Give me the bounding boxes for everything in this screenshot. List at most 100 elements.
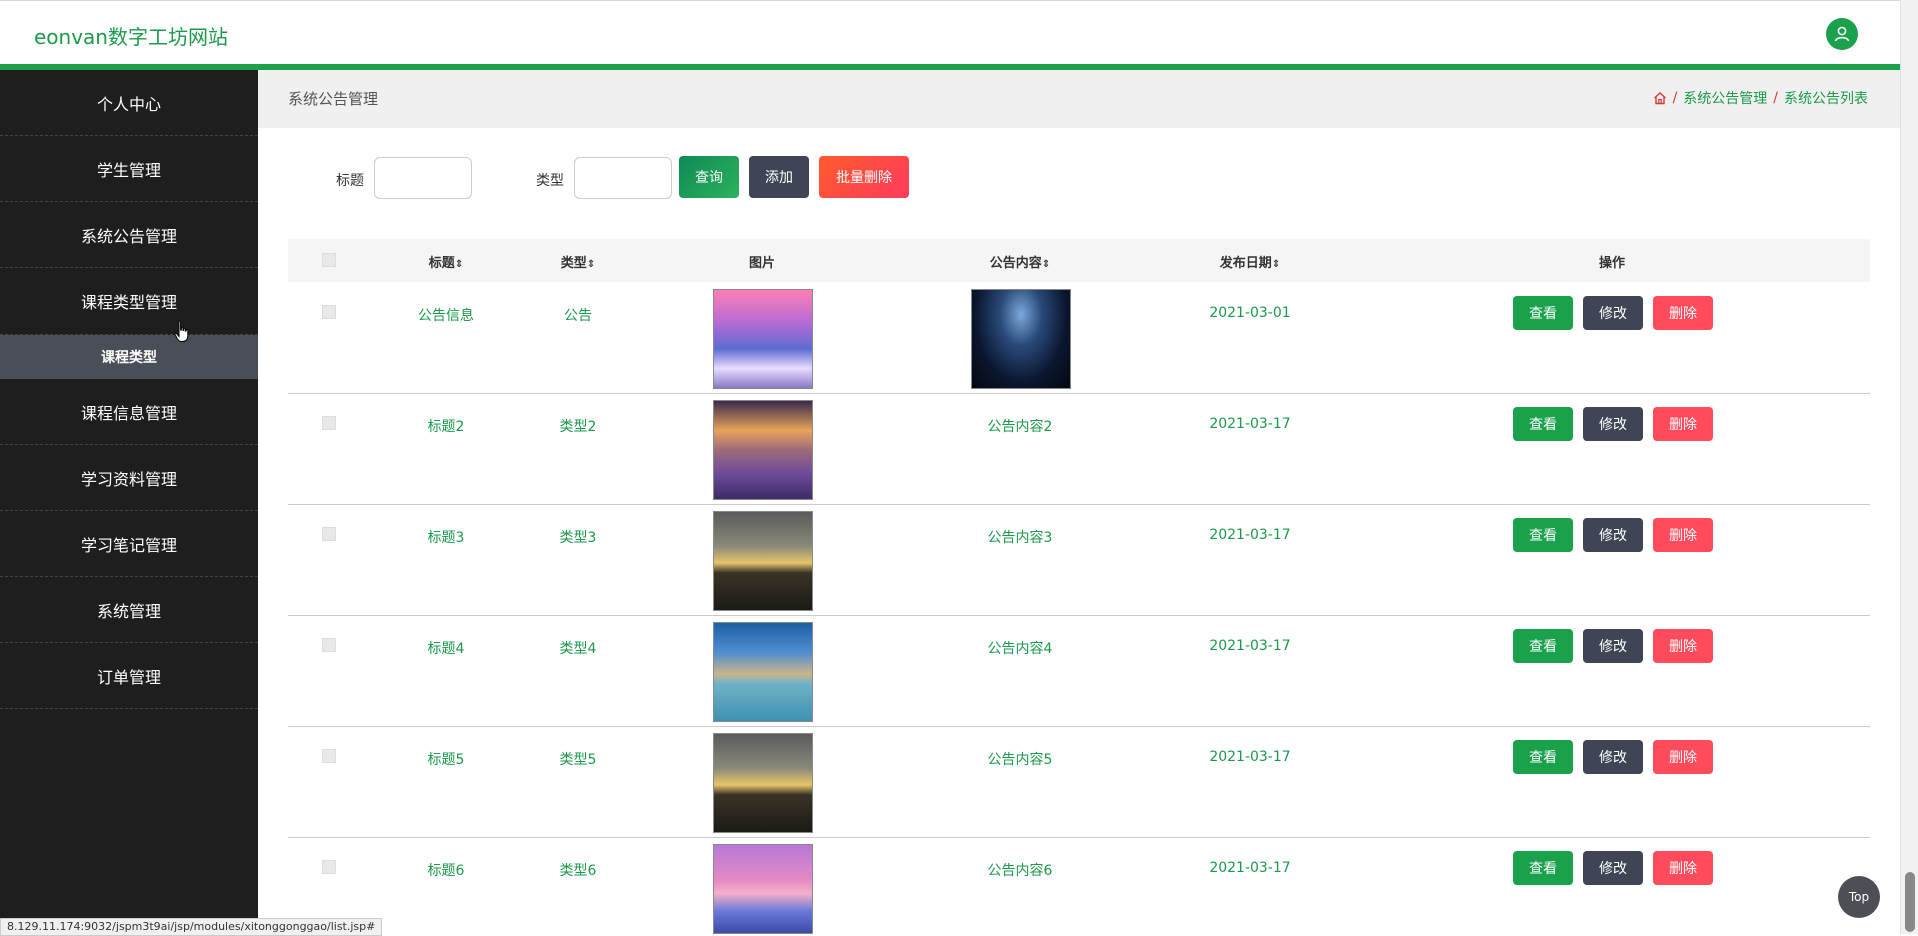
scrollbar-thumb[interactable] bbox=[1905, 872, 1915, 932]
sidebar-item-system-management[interactable]: 系统管理 bbox=[0, 577, 258, 643]
night-sky-image[interactable] bbox=[971, 289, 1071, 389]
row-checkbox[interactable] bbox=[322, 416, 336, 430]
table-row: 公告信息 公告 2021-03-01 查看 修改 删除 bbox=[288, 283, 1870, 394]
view-button[interactable]: 查看 bbox=[1513, 629, 1573, 663]
column-header-content[interactable]: 公告内容⇕ bbox=[990, 252, 1050, 271]
column-header-image: 图片 bbox=[748, 256, 776, 271]
vertical-scrollbar[interactable] bbox=[1900, 0, 1918, 934]
row-content: 公告内容5 bbox=[987, 752, 1053, 768]
add-button[interactable]: 添加 bbox=[749, 156, 809, 198]
breadcrumb-level1[interactable]: 系统公告管理 bbox=[1683, 88, 1767, 108]
query-button[interactable]: 查询 bbox=[679, 156, 739, 198]
sidebar-item-order-management[interactable]: 订单管理 bbox=[0, 643, 258, 709]
sidebar-item-study-notes-management[interactable]: 学习笔记管理 bbox=[0, 511, 258, 577]
edit-button[interactable]: 修改 bbox=[1583, 296, 1643, 330]
title-filter-input[interactable] bbox=[374, 157, 472, 199]
sidebar-subitem-course-type[interactable]: 课程类型 bbox=[0, 335, 258, 379]
row-content: 公告内容2 bbox=[987, 419, 1053, 435]
table-row: 标题4 类型4 公告内容4 2021-03-17 查看 修改 删除 bbox=[288, 616, 1870, 727]
table-header: 标题⇕ 类型⇕ 图片 公告内容⇕ 发布日期⇕ 操作 bbox=[288, 239, 1870, 282]
row-date: 2021-03-01 bbox=[1209, 305, 1291, 321]
row-title: 标题6 bbox=[427, 863, 465, 879]
column-header-date[interactable]: 发布日期⇕ bbox=[1220, 252, 1280, 271]
tree-lake-image[interactable] bbox=[713, 511, 813, 611]
table-row: 标题5 类型5 公告内容5 2021-03-17 查看 修改 删除 bbox=[288, 727, 1870, 838]
row-date: 2021-03-17 bbox=[1209, 749, 1291, 765]
sidebar-item-course-type-management[interactable]: 课程类型管理 bbox=[0, 268, 258, 335]
delete-button[interactable]: 删除 bbox=[1653, 407, 1713, 441]
top-header: eonvan数字工坊网站 bbox=[0, 0, 1900, 65]
pink-sunset-image[interactable] bbox=[713, 844, 813, 934]
row-checkbox[interactable] bbox=[322, 305, 336, 319]
home-icon[interactable] bbox=[1653, 91, 1667, 105]
sort-icon: ⇕ bbox=[1271, 259, 1281, 270]
batch-delete-button[interactable]: 批量删除 bbox=[819, 156, 909, 198]
select-all-checkbox[interactable] bbox=[322, 253, 336, 267]
row-type: 类型5 bbox=[559, 752, 597, 768]
row-type: 类型2 bbox=[559, 419, 597, 435]
breadcrumb-bar: 系统公告管理 / 系统公告管理 / 系统公告列表 bbox=[258, 70, 1900, 128]
delete-button[interactable]: 删除 bbox=[1653, 629, 1713, 663]
row-content: 公告内容6 bbox=[987, 863, 1053, 879]
user-icon bbox=[1834, 26, 1850, 42]
row-date: 2021-03-17 bbox=[1209, 860, 1291, 876]
edit-button[interactable]: 修改 bbox=[1583, 851, 1643, 885]
row-content: 公告内容3 bbox=[987, 530, 1053, 546]
sort-icon: ⇕ bbox=[1041, 259, 1051, 270]
row-content: 公告内容4 bbox=[987, 641, 1053, 657]
mountain-lake-image[interactable] bbox=[713, 622, 813, 722]
edit-button[interactable]: 修改 bbox=[1583, 518, 1643, 552]
edit-button[interactable]: 修改 bbox=[1583, 740, 1643, 774]
row-checkbox[interactable] bbox=[322, 527, 336, 541]
delete-button[interactable]: 删除 bbox=[1653, 518, 1713, 552]
back-to-top-button[interactable]: Top bbox=[1838, 876, 1880, 918]
column-header-actions: 操作 bbox=[1598, 256, 1626, 271]
table-row: 标题3 类型3 公告内容3 2021-03-17 查看 修改 删除 bbox=[288, 505, 1870, 616]
sidebar-item-personal-center[interactable]: 个人中心 bbox=[0, 70, 258, 136]
row-checkbox[interactable] bbox=[322, 860, 336, 874]
breadcrumb-separator: / bbox=[1672, 90, 1678, 106]
view-button[interactable]: 查看 bbox=[1513, 518, 1573, 552]
browser-status-url: 8.129.11.174:9032/jspm3t9ai/jsp/modules/… bbox=[0, 918, 383, 936]
row-type: 公告 bbox=[564, 308, 592, 324]
row-type: 类型4 bbox=[559, 641, 597, 657]
site-brand[interactable]: eonvan数字工坊网站 bbox=[34, 21, 228, 50]
table-row: 标题6 类型6 公告内容6 2021-03-17 查看 修改 删除 bbox=[288, 838, 1870, 934]
breadcrumb-level2[interactable]: 系统公告列表 bbox=[1784, 88, 1868, 108]
sidebar-item-student-management[interactable]: 学生管理 bbox=[0, 136, 258, 202]
column-header-title[interactable]: 标题⇕ bbox=[429, 252, 463, 271]
view-button[interactable]: 查看 bbox=[1513, 407, 1573, 441]
edit-button[interactable]: 修改 bbox=[1583, 407, 1643, 441]
row-type: 类型6 bbox=[559, 863, 597, 879]
lavender-field-image[interactable] bbox=[713, 400, 813, 500]
breadcrumb-separator: / bbox=[1773, 90, 1778, 106]
sunset-lake-image[interactable] bbox=[713, 289, 813, 389]
delete-button[interactable]: 删除 bbox=[1653, 740, 1713, 774]
page-title: 系统公告管理 bbox=[288, 90, 379, 108]
delete-button[interactable]: 删除 bbox=[1653, 296, 1713, 330]
sidebar-item-course-info-management[interactable]: 课程信息管理 bbox=[0, 379, 258, 445]
row-title: 标题5 bbox=[427, 752, 465, 768]
search-form: 标题 类型 查询 添加 批量删除 bbox=[258, 156, 1900, 206]
column-header-type[interactable]: 类型⇕ bbox=[561, 252, 595, 271]
view-button[interactable]: 查看 bbox=[1513, 296, 1573, 330]
view-button[interactable]: 查看 bbox=[1513, 740, 1573, 774]
view-button[interactable]: 查看 bbox=[1513, 851, 1573, 885]
row-title: 标题3 bbox=[427, 530, 465, 546]
sidebar-item-study-material-management[interactable]: 学习资料管理 bbox=[0, 445, 258, 511]
row-checkbox[interactable] bbox=[322, 638, 336, 652]
row-checkbox[interactable] bbox=[322, 749, 336, 763]
hand-cursor-icon bbox=[174, 320, 189, 342]
sidebar-item-announcement-management[interactable]: 系统公告管理 bbox=[0, 202, 258, 268]
delete-button[interactable]: 删除 bbox=[1653, 851, 1713, 885]
table-row: 标题2 类型2 公告内容2 2021-03-17 查看 修改 删除 bbox=[288, 394, 1870, 505]
type-filter-input[interactable] bbox=[574, 157, 672, 199]
row-date: 2021-03-17 bbox=[1209, 527, 1291, 543]
user-avatar[interactable] bbox=[1826, 18, 1858, 50]
row-title: 标题4 bbox=[427, 641, 465, 657]
tree-lake-image[interactable] bbox=[713, 733, 813, 833]
edit-button[interactable]: 修改 bbox=[1583, 629, 1643, 663]
type-filter-label: 类型 bbox=[536, 173, 564, 189]
row-date: 2021-03-17 bbox=[1209, 638, 1291, 654]
sort-icon: ⇕ bbox=[586, 259, 596, 270]
